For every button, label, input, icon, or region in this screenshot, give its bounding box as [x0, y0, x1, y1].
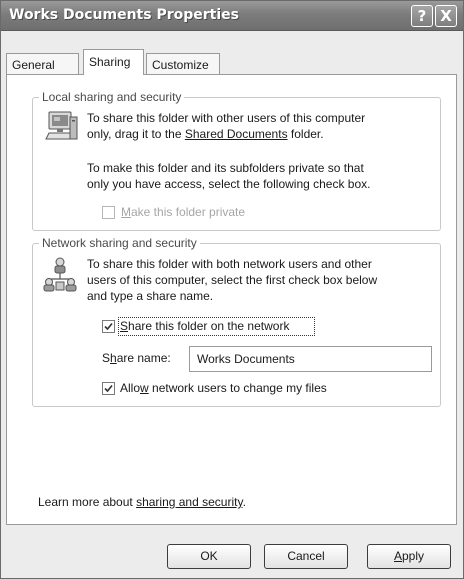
apply-button[interactable]: Apply	[367, 544, 451, 569]
cancel-button[interactable]: Cancel	[264, 544, 348, 569]
properties-dialog: Works Documents Properties ? X General S…	[0, 0, 464, 579]
local-sharing-group-title: Local sharing and security	[39, 90, 185, 104]
share-name-label-post: are name:	[116, 351, 171, 365]
share-folder-label: Share this folder on the network	[120, 319, 289, 334]
network-desc-line3: and type a share name.	[87, 289, 214, 303]
share-folder-checkbox[interactable]	[102, 320, 115, 333]
learn-more-post: .	[242, 495, 246, 509]
learn-more-text: Learn more about sharing and security.	[38, 495, 246, 510]
share-name-label: Share name:	[102, 351, 171, 366]
make-private-label-rest: ake this folder private	[131, 205, 246, 219]
network-desc-line2: users of this computer, select the first…	[87, 273, 378, 287]
shared-documents-link[interactable]: Shared Documents	[185, 127, 288, 141]
share-name-label-mnemonic: h	[110, 351, 117, 365]
sharing-security-link[interactable]: sharing and security	[136, 495, 243, 509]
allow-change-label-mnemonic: w	[140, 381, 149, 395]
local-desc-line2: only, drag it to the Shared Documents fo…	[87, 127, 324, 142]
checkmark-icon	[104, 384, 113, 393]
share-name-input[interactable]: Works Documents	[189, 346, 432, 372]
allow-change-checkbox[interactable]	[102, 382, 115, 395]
network-sharing-group-title: Network sharing and security	[39, 236, 200, 250]
learn-more-pre: Learn more about	[38, 495, 137, 509]
allow-change-label-pre: Allo	[120, 381, 141, 395]
local-desc-line2-post: folder.	[287, 127, 324, 141]
network-desc-line1: To share this folder with both network u…	[87, 257, 372, 271]
allow-change-label: Allow network users to change my files	[120, 381, 327, 396]
checkmark-icon	[104, 322, 113, 331]
computer-icon	[45, 111, 78, 140]
tab-general[interactable]: General	[6, 53, 79, 75]
tab-sharing[interactable]: Sharing	[83, 49, 144, 75]
local-desc-line1: To share this folder with other users of…	[87, 111, 366, 125]
allow-change-label-post: network users to change my files	[148, 381, 327, 395]
tab-customize[interactable]: Customize	[146, 53, 220, 75]
local-desc-line2-pre: only, drag it to the	[87, 127, 185, 141]
local-private-line1: To make this folder and its subfolders p…	[87, 161, 364, 175]
window-title: Works Documents Properties	[9, 7, 239, 23]
close-button[interactable]: X	[435, 5, 457, 27]
help-button[interactable]: ?	[411, 5, 433, 27]
apply-mnemonic: A	[393, 549, 402, 563]
share-name-label-pre: S	[102, 351, 111, 365]
ok-button[interactable]: OK	[167, 544, 251, 569]
network-users-icon	[43, 257, 77, 292]
share-folder-label-mnemonic: S	[120, 319, 129, 333]
make-private-label-mnemonic: M	[121, 205, 131, 219]
make-private-label: Make this folder private	[121, 205, 245, 220]
apply-label-rest: pply	[402, 549, 425, 563]
title-bar[interactable]: Works Documents Properties ? X	[1, 1, 463, 31]
make-private-checkbox[interactable]	[102, 206, 115, 219]
share-folder-label-rest: hare this folder on the network	[128, 319, 290, 333]
local-private-line2: only you have access, select the followi…	[87, 177, 371, 191]
